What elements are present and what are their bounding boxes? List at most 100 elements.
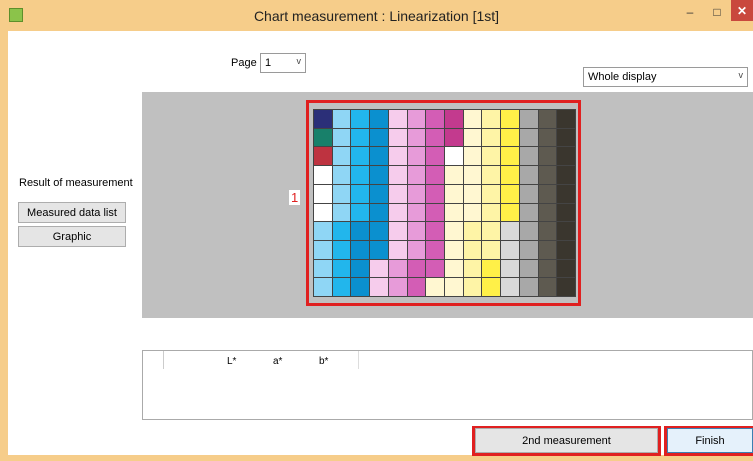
- color-patch: [351, 184, 370, 203]
- color-patch: [519, 240, 538, 259]
- color-patch: [463, 203, 482, 222]
- color-patch: [426, 278, 444, 296]
- second-measurement-button[interactable]: 2nd measurement: [475, 428, 658, 453]
- table-header-a: a*: [273, 356, 283, 367]
- color-patch: [314, 259, 332, 278]
- view-mode-value: Whole display: [588, 71, 657, 83]
- color-patch: [370, 110, 388, 128]
- view-mode-select[interactable]: Whole display v: [583, 67, 748, 87]
- page-select-value: 1: [265, 57, 272, 69]
- color-patch: [388, 147, 407, 166]
- minimize-button[interactable]: –: [676, 2, 704, 22]
- color-patch: [370, 203, 388, 222]
- color-patch: [482, 278, 501, 296]
- color-patch: [444, 128, 463, 147]
- graphic-button[interactable]: Graphic: [18, 226, 126, 247]
- color-patch: [482, 222, 501, 240]
- color-patch: [351, 166, 370, 184]
- maximize-button[interactable]: □: [704, 2, 730, 22]
- finish-button[interactable]: Finish: [667, 428, 753, 453]
- color-patch: [501, 184, 519, 203]
- color-patch: [332, 259, 351, 278]
- table-column-divider: [358, 351, 359, 369]
- color-patch: [482, 240, 501, 259]
- color-patch: [332, 110, 351, 128]
- color-patch: [444, 147, 463, 166]
- color-patch: [426, 259, 444, 278]
- color-patch: [444, 166, 463, 184]
- color-patch: [482, 166, 501, 184]
- color-patch: [463, 222, 482, 240]
- color-patch: [463, 240, 482, 259]
- color-patch: [314, 147, 332, 166]
- color-patch: [407, 222, 426, 240]
- color-patch: [351, 259, 370, 278]
- color-patch: [557, 147, 575, 166]
- color-patch: [332, 222, 351, 240]
- color-patch: [332, 166, 351, 184]
- color-patch: [501, 128, 519, 147]
- color-patch: [501, 259, 519, 278]
- color-patch: [407, 166, 426, 184]
- color-patch: [314, 203, 332, 222]
- color-patch: [557, 259, 575, 278]
- color-patch: [351, 147, 370, 166]
- color-patch: [444, 110, 463, 128]
- color-patch: [314, 184, 332, 203]
- color-patch: [407, 184, 426, 203]
- color-patch: [407, 110, 426, 128]
- page-select[interactable]: 1 v: [260, 53, 306, 73]
- color-patch: [557, 278, 575, 296]
- color-patch: [557, 203, 575, 222]
- result-of-measurement-label: Result of measurement: [19, 177, 133, 189]
- color-patch: [463, 259, 482, 278]
- color-patch: [351, 278, 370, 296]
- color-patch: [407, 128, 426, 147]
- color-patch: [557, 166, 575, 184]
- color-patch: [501, 278, 519, 296]
- title-bar: Chart measurement : Linearization [1st] …: [0, 0, 753, 31]
- color-patch: [407, 203, 426, 222]
- color-patch: [407, 259, 426, 278]
- color-patch: [351, 240, 370, 259]
- color-patch: [388, 278, 407, 296]
- window-frame-left: [0, 31, 8, 461]
- color-patch: [557, 184, 575, 203]
- table-row-header-divider: [163, 351, 164, 369]
- color-patch: [501, 166, 519, 184]
- color-patch: [388, 240, 407, 259]
- color-patch: [351, 110, 370, 128]
- color-patch: [426, 110, 444, 128]
- color-patch: [519, 184, 538, 203]
- measured-data-list-button[interactable]: Measured data list: [18, 202, 126, 223]
- color-patch: [538, 166, 557, 184]
- color-patch: [444, 184, 463, 203]
- color-patch: [314, 110, 332, 128]
- color-patch: [463, 110, 482, 128]
- color-patch: [482, 259, 501, 278]
- color-patch: [388, 166, 407, 184]
- close-button[interactable]: ✕: [731, 0, 753, 21]
- color-patch: [351, 128, 370, 147]
- color-patch: [482, 184, 501, 203]
- color-patch: [444, 278, 463, 296]
- page-label: Page: [231, 57, 257, 69]
- color-patch: [426, 147, 444, 166]
- color-patch: [482, 128, 501, 147]
- color-patch: [332, 240, 351, 259]
- window-title: Chart measurement : Linearization [1st]: [253, 8, 500, 24]
- table-header-l: L*: [227, 356, 237, 367]
- color-patch: [538, 203, 557, 222]
- color-patch: [426, 203, 444, 222]
- color-patch: [314, 166, 332, 184]
- color-patch: [538, 278, 557, 296]
- color-patch: [557, 110, 575, 128]
- color-patch: [538, 128, 557, 147]
- color-patch: [314, 278, 332, 296]
- color-patch: [444, 259, 463, 278]
- color-patch: [332, 184, 351, 203]
- color-patch-chart: [313, 109, 576, 297]
- color-patch: [463, 166, 482, 184]
- chevron-down-icon: v: [296, 56, 302, 66]
- color-patch: [501, 222, 519, 240]
